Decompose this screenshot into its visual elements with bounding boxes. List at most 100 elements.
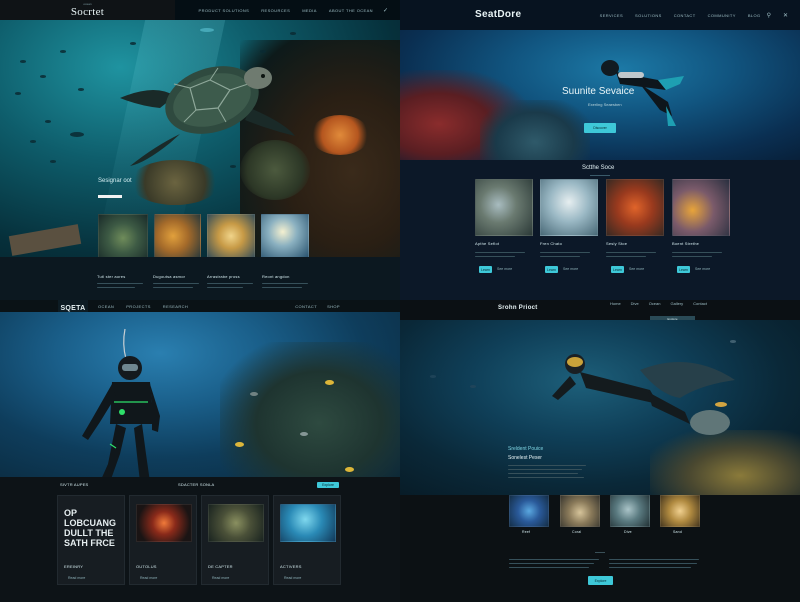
text-line (609, 559, 699, 561)
logo-tagline: ocean (83, 2, 92, 6)
gallery-thumb-coral[interactable] (154, 214, 201, 258)
scuba-site-panel: SQETA Ocean Projects Research Contact Sh… (0, 300, 400, 602)
site-logo[interactable]: Socrtet (71, 6, 104, 18)
gallery-thumb-reef[interactable] (207, 214, 255, 258)
turtle-hero-image: Sesignar oot (0, 20, 400, 260)
service-thumb-1[interactable] (475, 179, 533, 236)
gallery-thumb-fish[interactable] (98, 214, 148, 258)
scuba-diver-hero (0, 312, 400, 482)
nav-link[interactable]: Shop (327, 304, 340, 309)
text-line (262, 287, 302, 289)
service-label: Fren Chato (540, 241, 563, 246)
nav-link[interactable]: Contact (693, 301, 707, 306)
top-navbar: SQETA Ocean Projects Research Contact Sh… (0, 300, 400, 316)
sea-turtle-site-panel: ocean Socrtet Product solutions Resource… (0, 0, 400, 300)
learn-button[interactable]: Learn (545, 266, 558, 273)
text-line (207, 283, 253, 285)
nav-link[interactable]: About the ocean (329, 8, 373, 13)
top-navbar: SeatDore Services Solutions Contact Comm… (400, 0, 800, 30)
nav-link[interactable]: Contact (295, 304, 317, 309)
thumb-caption: Dive (624, 530, 632, 534)
search-icon[interactable]: ⚲ (767, 12, 771, 19)
nav-link[interactable]: Gallery (670, 301, 683, 306)
see-more-link[interactable]: See more (497, 267, 512, 271)
text-line (508, 473, 578, 475)
see-more-link[interactable]: See more (629, 267, 644, 271)
band-label-left: Sivtr aupes (60, 482, 89, 487)
dive-project-site-panel: Srohn Prioct Home Dive Ocean Gallery Con… (400, 300, 800, 602)
read-more-link[interactable]: Read more (68, 576, 85, 580)
nav-link[interactable]: Services (600, 13, 623, 18)
explore-button[interactable]: Explore (317, 482, 339, 488)
card-label: De Capter (208, 564, 233, 569)
nav-link[interactable]: Projects (126, 304, 151, 309)
learn-button[interactable]: Learn (611, 266, 624, 273)
sea-turtle-illustration (120, 66, 295, 166)
text-line (97, 287, 135, 289)
nav-link[interactable]: Ocean (98, 304, 114, 309)
nav-link[interactable]: Dive (631, 301, 639, 306)
menu-toggle-icon[interactable]: ✓ (383, 7, 388, 14)
read-more-link[interactable]: Read more (212, 576, 229, 580)
hero-kicker: Sreldent Pouice (508, 446, 544, 452)
site-logo[interactable]: Srohn Prioct (498, 305, 538, 311)
nav-link[interactable]: Media (302, 8, 317, 13)
read-more-link[interactable]: Read more (140, 576, 157, 580)
rock (690, 410, 730, 435)
discover-button[interactable]: Discover (584, 123, 616, 133)
service-thumb-3[interactable] (606, 179, 664, 236)
service-label: Sesly Stoe (606, 241, 628, 246)
nav-link[interactable]: Community (708, 13, 736, 18)
diver-ray-hero: Sreldent Pouice Sonelest Peser (400, 320, 800, 495)
text-line (508, 477, 584, 479)
reef-wall (220, 342, 400, 477)
hero-title: Sonelest Peser (508, 455, 542, 461)
see-more-link[interactable]: See more (563, 267, 578, 271)
column-heading: Arrastrabe pross (207, 274, 240, 279)
site-logo[interactable]: SQETA (60, 305, 85, 312)
learn-button[interactable]: Learn (479, 266, 492, 273)
section-underline (590, 175, 610, 176)
see-more-link[interactable]: See more (695, 267, 710, 271)
service-thumb-2[interactable] (540, 179, 598, 236)
hero-subtitle: Exerling Seaesben (588, 102, 622, 107)
nav-link[interactable]: Resources (261, 8, 290, 13)
nav-link[interactable]: Research (163, 304, 188, 309)
nav-link[interactable]: Solutions (635, 13, 662, 18)
feature-card[interactable]: Activers Read more (273, 495, 341, 585)
text-line (508, 469, 582, 471)
nav-link[interactable]: Contact (674, 13, 696, 18)
band-label-mid: Sdacter Sonla (178, 482, 215, 487)
gallery-thumb-sand[interactable] (660, 495, 700, 527)
service-thumb-4[interactable] (672, 179, 730, 236)
gallery-thumb-school[interactable] (261, 214, 309, 258)
nav-link[interactable]: Product solutions (199, 8, 250, 13)
feature-card[interactable]: De Capter Read more (201, 495, 269, 585)
nav-link[interactable]: Blog (748, 13, 761, 18)
gallery-thumb-coral[interactable] (560, 495, 600, 527)
column-heading: Reont angdon (262, 274, 290, 279)
site-logo[interactable]: SeatDore (475, 9, 521, 20)
coral-bed (650, 430, 800, 495)
explore-button[interactable]: Explore (588, 576, 613, 585)
nav-links: Home Dive Ocean Gallery Contact (610, 301, 707, 306)
thumb-caption: Reef (522, 530, 531, 534)
service-label: Apthe Seflot (475, 241, 500, 246)
learn-button[interactable]: Learn (677, 266, 690, 273)
gallery-section: Reef Coral Dive Sand Explore (400, 495, 800, 602)
gallery-thumb-reef[interactable] (509, 495, 549, 527)
text-line (508, 465, 586, 467)
close-icon[interactable]: ✕ (783, 12, 788, 19)
feature-card[interactable]: OP LOBCUANG DULLT THE SATH FRCE Ereinry … (57, 495, 125, 585)
diver-hero-image: Suunite Sevaice Exerling Seaesben Discov… (400, 30, 800, 160)
read-more-link[interactable]: Read more (284, 576, 301, 580)
feature-card[interactable]: Outolus Read more (129, 495, 197, 585)
thumb-caption: Coral (572, 530, 582, 534)
card-label: Activers (280, 564, 302, 569)
services-section: Sctthe Soce Apthe Seflot Fren Chato Sesl… (400, 160, 800, 300)
nav-link[interactable]: Ocean (649, 301, 661, 306)
gallery-thumb-dive[interactable] (610, 495, 650, 527)
nav-link[interactable]: Home (610, 301, 621, 306)
card-thumb-lava (136, 504, 192, 542)
text-line (97, 283, 143, 285)
